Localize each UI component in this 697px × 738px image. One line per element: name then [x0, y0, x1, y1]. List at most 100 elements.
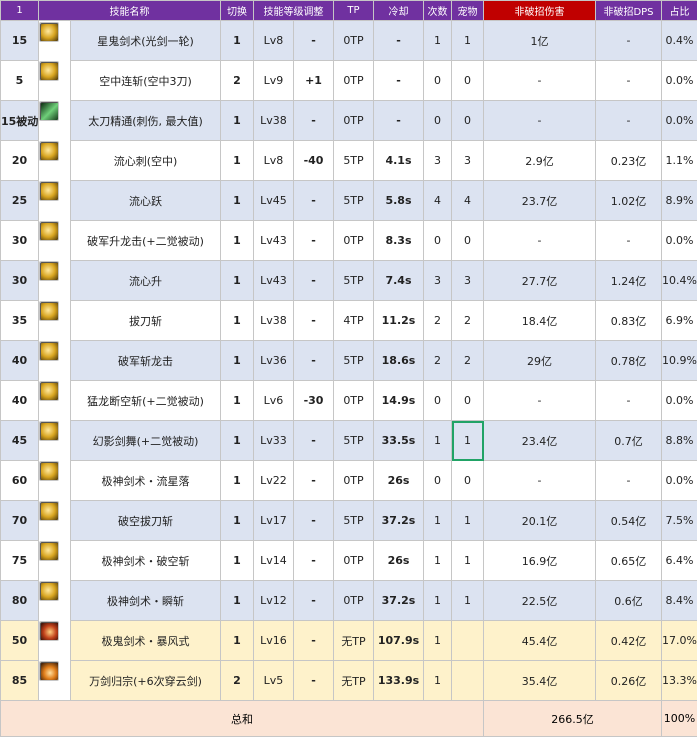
dps-value[interactable]: 1.24亿	[595, 260, 662, 301]
cooldown[interactable]: 4.1s	[373, 140, 424, 181]
skill-level-requirement[interactable]: 40	[0, 380, 39, 421]
use-count[interactable]: 4	[423, 180, 452, 221]
pet-count[interactable]: 2	[451, 340, 484, 381]
level-adjust[interactable]: -	[293, 260, 334, 301]
damage-value[interactable]: 18.4亿	[483, 300, 596, 341]
skill-icon-cell[interactable]	[39, 61, 59, 81]
use-count[interactable]: 1	[423, 420, 452, 461]
tp-value[interactable]: 0TP	[333, 60, 374, 101]
skill-level-requirement[interactable]: 75	[0, 540, 39, 581]
skill-icon-cell[interactable]	[39, 661, 59, 681]
use-count[interactable]: 1	[423, 540, 452, 581]
switch-count[interactable]: 1	[220, 380, 254, 421]
dps-value[interactable]: 0.26亿	[595, 660, 662, 701]
level-adjust[interactable]: -	[293, 420, 334, 461]
skill-name[interactable]: 空中连斩(空中3刀)	[70, 60, 221, 101]
cooldown[interactable]: 33.5s	[373, 420, 424, 461]
skill-level[interactable]: Lv6	[253, 380, 294, 421]
ratio-value[interactable]: 1.1%	[661, 140, 697, 181]
skill-icon-cell[interactable]	[39, 501, 59, 521]
total-ratio[interactable]: 100%	[661, 700, 697, 737]
level-adjust[interactable]: -	[293, 660, 334, 701]
cooldown[interactable]: -	[373, 60, 424, 101]
ratio-value[interactable]: 0.0%	[661, 100, 697, 141]
skill-name[interactable]: 破军斩龙击	[70, 340, 221, 381]
header-skill-level-adjust[interactable]: 技能等级调整	[253, 0, 334, 21]
skill-level-requirement[interactable]: 25	[0, 180, 39, 221]
ratio-value[interactable]: 13.3%	[661, 660, 697, 701]
ratio-value[interactable]: 10.4%	[661, 260, 697, 301]
pet-count[interactable]: 1	[451, 500, 484, 541]
damage-value[interactable]: 27.7亿	[483, 260, 596, 301]
dps-value[interactable]: -	[595, 60, 662, 101]
cooldown[interactable]: 133.9s	[373, 660, 424, 701]
skill-level-requirement[interactable]: 85	[0, 660, 39, 701]
level-adjust[interactable]: -30	[293, 380, 334, 421]
cooldown[interactable]: -	[373, 20, 424, 61]
skill-level[interactable]: Lv43	[253, 260, 294, 301]
header-count[interactable]: 次数	[423, 0, 452, 21]
tp-value[interactable]: 5TP	[333, 260, 374, 301]
switch-count[interactable]: 1	[220, 540, 254, 581]
tp-value[interactable]: 无TP	[333, 660, 374, 701]
tp-value[interactable]: 5TP	[333, 420, 374, 461]
switch-count[interactable]: 1	[220, 340, 254, 381]
skill-level[interactable]: Lv33	[253, 420, 294, 461]
damage-value[interactable]: 16.9亿	[483, 540, 596, 581]
level-adjust[interactable]: -	[293, 340, 334, 381]
skill-level[interactable]: Lv8	[253, 140, 294, 181]
use-count[interactable]: 1	[423, 620, 452, 661]
skill-name[interactable]: 极鬼剑术・暴风式	[70, 620, 221, 661]
dps-value[interactable]: -	[595, 100, 662, 141]
cooldown[interactable]: 5.8s	[373, 180, 424, 221]
use-count[interactable]: 3	[423, 140, 452, 181]
pet-count[interactable]	[451, 660, 484, 701]
use-count[interactable]: 3	[423, 260, 452, 301]
switch-count[interactable]: 1	[220, 100, 254, 141]
pet-count[interactable]: 1	[451, 20, 484, 61]
damage-value[interactable]: 20.1亿	[483, 500, 596, 541]
ratio-value[interactable]: 8.8%	[661, 420, 697, 461]
pet-count[interactable]: 0	[451, 380, 484, 421]
skill-level-requirement[interactable]: 15被动	[0, 100, 39, 141]
damage-value[interactable]: -	[483, 220, 596, 261]
skill-icon-cell[interactable]	[39, 341, 59, 361]
dps-value[interactable]: -	[595, 20, 662, 61]
tp-value[interactable]: 0TP	[333, 540, 374, 581]
tp-value[interactable]: 4TP	[333, 300, 374, 341]
ratio-value[interactable]: 0.4%	[661, 20, 697, 61]
use-count[interactable]: 1	[423, 500, 452, 541]
switch-count[interactable]: 1	[220, 620, 254, 661]
skill-icon-cell[interactable]	[39, 381, 59, 401]
cooldown[interactable]: 7.4s	[373, 260, 424, 301]
pet-count[interactable]: 1	[451, 580, 484, 621]
header-skill-name[interactable]: 技能名称	[38, 0, 221, 21]
use-count[interactable]: 0	[423, 220, 452, 261]
tp-value[interactable]: 5TP	[333, 340, 374, 381]
cooldown[interactable]: 14.9s	[373, 380, 424, 421]
tp-value[interactable]: 0TP	[333, 580, 374, 621]
skill-level-requirement[interactable]: 80	[0, 580, 39, 621]
skill-level[interactable]: Lv45	[253, 180, 294, 221]
ratio-value[interactable]: 8.9%	[661, 180, 697, 221]
skill-name[interactable]: 破军升龙击(+二觉被动)	[70, 220, 221, 261]
damage-value[interactable]: -	[483, 100, 596, 141]
skill-level-requirement[interactable]: 5	[0, 60, 39, 101]
skill-level-requirement[interactable]: 50	[0, 620, 39, 661]
skill-name[interactable]: 幻影剑舞(+二觉被动)	[70, 420, 221, 461]
level-adjust[interactable]: -	[293, 500, 334, 541]
cooldown[interactable]: 26s	[373, 540, 424, 581]
cooldown[interactable]: 107.9s	[373, 620, 424, 661]
ratio-value[interactable]: 0.0%	[661, 460, 697, 501]
pet-count[interactable]: 4	[451, 180, 484, 221]
tp-value[interactable]: 0TP	[333, 220, 374, 261]
cooldown[interactable]: -	[373, 100, 424, 141]
level-adjust[interactable]: -	[293, 460, 334, 501]
level-adjust[interactable]: -	[293, 540, 334, 581]
header-damage[interactable]: 非破招伤害	[483, 0, 596, 21]
cooldown[interactable]: 37.2s	[373, 580, 424, 621]
tp-value[interactable]: 5TP	[333, 140, 374, 181]
pet-count[interactable]: 1	[451, 540, 484, 581]
damage-value[interactable]: 22.5亿	[483, 580, 596, 621]
pet-count[interactable]: 0	[451, 460, 484, 501]
